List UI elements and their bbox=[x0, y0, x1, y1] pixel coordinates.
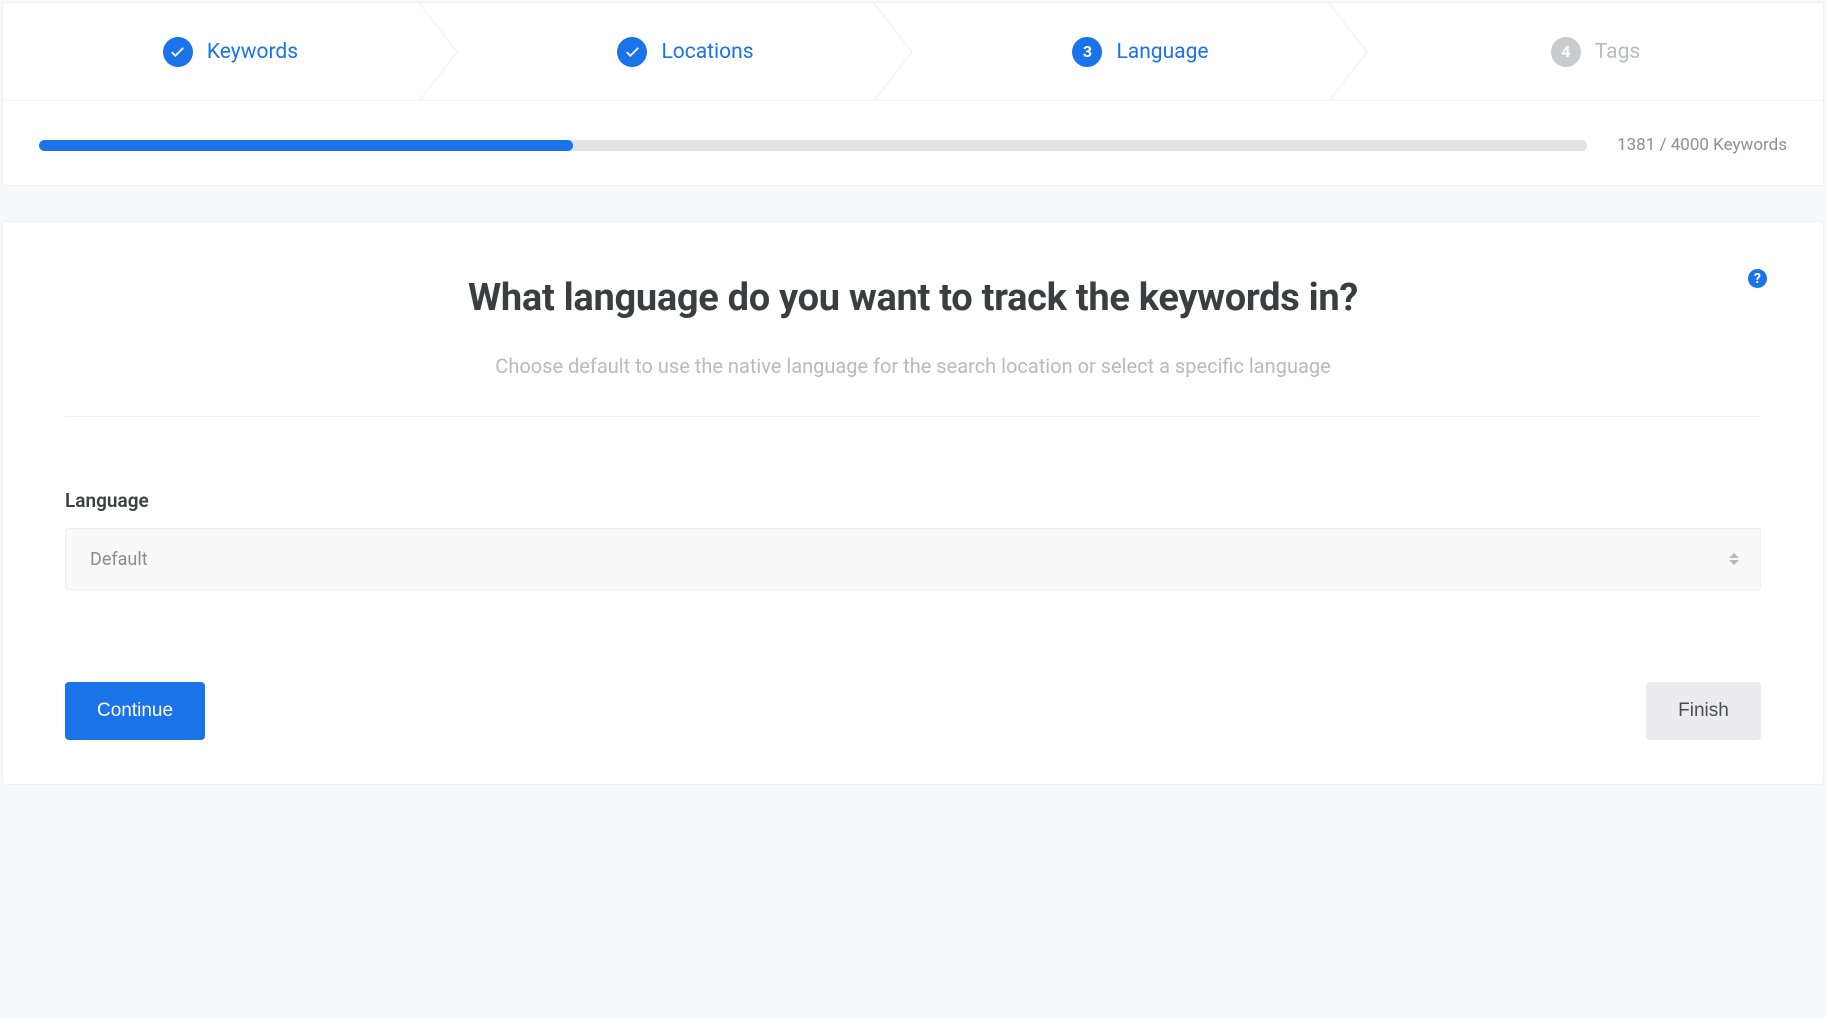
language-field-label: Language bbox=[65, 489, 1761, 512]
step-number-badge: 3 bbox=[1072, 37, 1102, 67]
check-icon bbox=[163, 37, 193, 67]
stepper-card: Keywords Locations 3 Language 4 Tags bbox=[2, 2, 1824, 186]
language-panel: ? What language do you want to track the… bbox=[2, 221, 1824, 785]
chevron-divider-icon bbox=[419, 3, 459, 101]
chevron-up-down-icon bbox=[1729, 553, 1739, 565]
step-keywords[interactable]: Keywords bbox=[3, 3, 458, 100]
step-locations[interactable]: Locations bbox=[458, 3, 913, 100]
step-label: Locations bbox=[661, 40, 753, 64]
chevron-divider-icon bbox=[874, 3, 914, 101]
progress-text: 1381 / 4000 Keywords bbox=[1617, 135, 1787, 155]
progress-bar bbox=[39, 140, 1587, 151]
keyword-progress-row: 1381 / 4000 Keywords bbox=[3, 101, 1823, 185]
progress-bar-fill bbox=[39, 140, 573, 151]
check-icon bbox=[617, 37, 647, 67]
step-tags[interactable]: 4 Tags bbox=[1368, 3, 1823, 100]
continue-button[interactable]: Continue bbox=[65, 682, 205, 740]
language-select-wrap: Default bbox=[65, 528, 1761, 590]
step-language[interactable]: 3 Language bbox=[913, 3, 1368, 100]
chevron-divider-icon bbox=[1329, 3, 1369, 101]
step-label: Language bbox=[1116, 40, 1208, 64]
language-field: Language Default bbox=[65, 489, 1761, 590]
language-select-value: Default bbox=[90, 549, 148, 570]
help-icon[interactable]: ? bbox=[1748, 269, 1767, 288]
step-label: Keywords bbox=[207, 40, 298, 64]
step-number-badge: 4 bbox=[1551, 37, 1581, 67]
wizard-stepper: Keywords Locations 3 Language 4 Tags bbox=[3, 3, 1823, 101]
page-subtitle: Choose default to use the native languag… bbox=[65, 354, 1761, 417]
language-select[interactable]: Default bbox=[65, 528, 1761, 590]
finish-button[interactable]: Finish bbox=[1646, 682, 1761, 740]
action-buttons: Continue Finish bbox=[65, 682, 1761, 740]
page-title: What language do you want to track the k… bbox=[65, 276, 1761, 320]
step-label: Tags bbox=[1595, 40, 1640, 64]
